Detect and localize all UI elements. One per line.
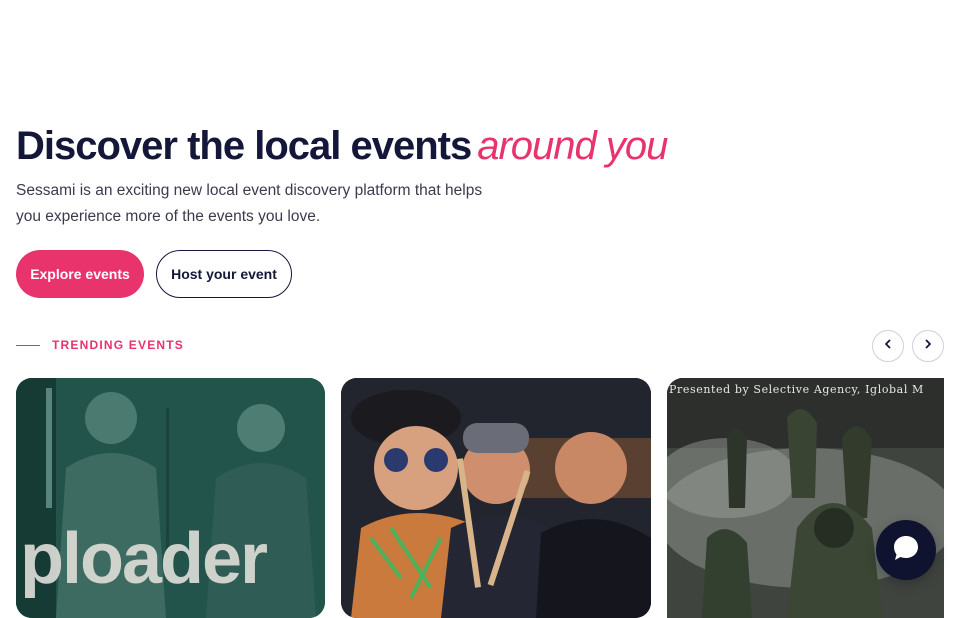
chevron-left-icon [882,337,894,355]
carousel-prev-button[interactable] [872,330,904,362]
event-card[interactable]: Presented by Selective Agency, Iglobal M [667,378,944,618]
chevron-right-icon [922,337,934,355]
hero-description: Sessami is an exciting new local event d… [16,182,483,225]
card-poster-text: Presented by Selective Agency, Iglobal M [669,383,924,396]
trending-events-label: TRENDING EVENTS [52,338,185,352]
carousel-next-button[interactable] [912,330,944,362]
punk-band-image [341,378,651,618]
dark-poster-image [667,378,944,618]
explore-events-button[interactable]: Explore events [16,250,144,298]
chat-bubble-icon [891,533,921,568]
event-card[interactable]: ploader [16,378,325,618]
hero-title-main: Discover the local events [16,124,472,168]
hero-title-accent: around you [477,124,668,168]
event-card[interactable] [341,378,651,618]
host-event-button[interactable]: Host your event [156,250,292,298]
chat-button[interactable] [876,520,936,580]
card-overlay-text: ploader [20,519,268,599]
hero-title: Discover the local events around you [16,124,668,169]
section-divider [16,345,40,346]
